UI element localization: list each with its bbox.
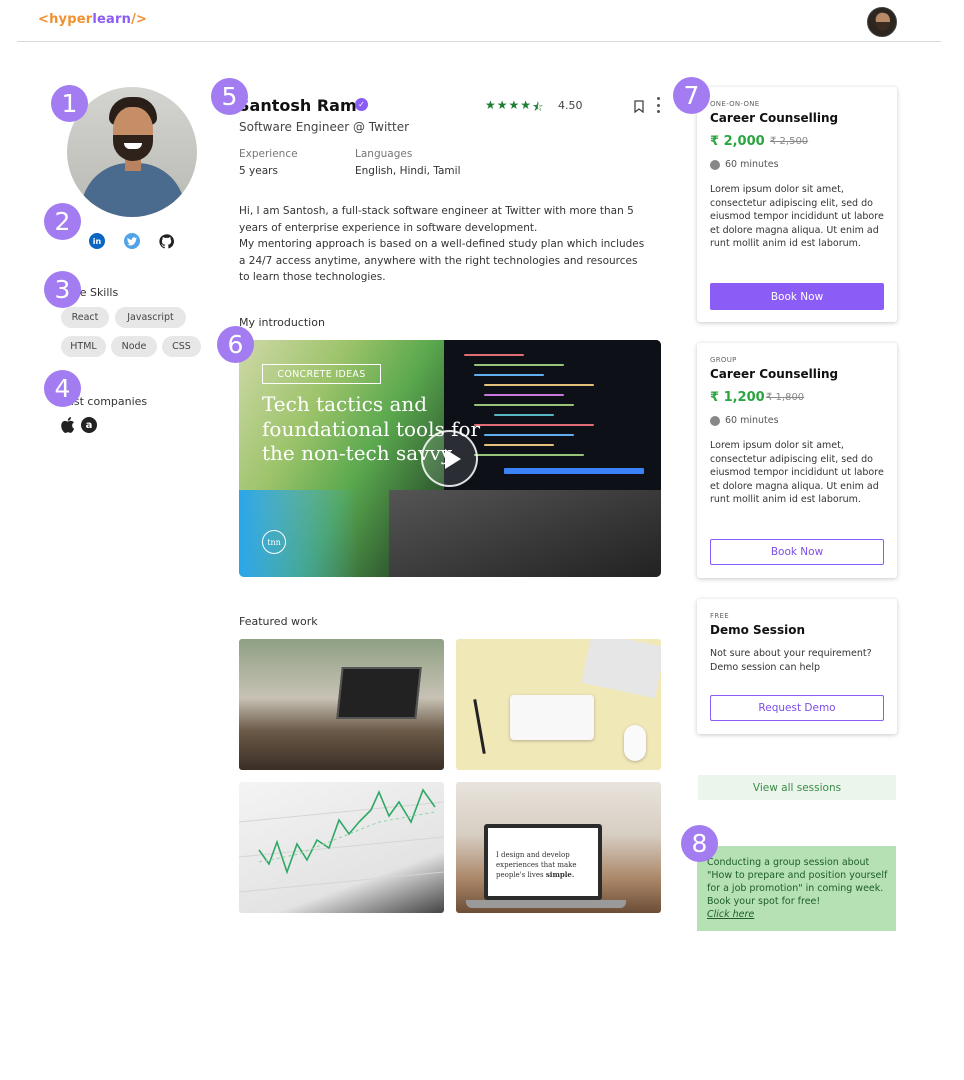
annotation-badge-7: 7 — [673, 77, 710, 114]
annotation-badge-6: 6 — [217, 326, 254, 363]
session-price: ₹ 1,200 — [710, 390, 765, 405]
annotation-badge-2: 2 — [44, 203, 81, 240]
logo-bracket-close: /> — [131, 12, 148, 27]
session-card-group: GROUP Career Counselling ₹ 1,200 ₹ 1,800… — [697, 343, 897, 578]
promo-link[interactable]: Click here — [707, 908, 888, 921]
star-icon: ★ — [508, 98, 520, 112]
skill-chip-html[interactable]: HTML — [61, 336, 106, 357]
intro-label: My introduction — [239, 316, 325, 329]
stock-chart-graphic — [239, 788, 444, 893]
book-now-button[interactable]: Book Now — [710, 539, 884, 565]
featured-work-thumbnail-2[interactable] — [456, 639, 661, 770]
session-old-price: ₹ 1,800 — [766, 392, 805, 403]
annotation-badge-8: 8 — [681, 825, 718, 862]
session-description: Lorem ipsum dolor sit amet, consectetur … — [710, 440, 884, 505]
featured-work-label: Featured work — [239, 615, 318, 628]
star-icon: ★ — [520, 98, 532, 112]
star-rating: ★ ★ ★ ★ ⯪ — [485, 98, 543, 119]
experience-label: Experience — [239, 148, 298, 160]
apple-icon — [60, 417, 75, 433]
bookmark-icon[interactable] — [634, 98, 644, 114]
header-divider — [17, 41, 941, 42]
mentor-name: Santosh Ram — [238, 96, 357, 115]
clock-icon — [710, 416, 720, 426]
skill-chip-node[interactable]: Node — [111, 336, 157, 357]
request-demo-button[interactable]: Request Demo — [710, 695, 884, 721]
half-star-icon: ⯪ — [532, 100, 544, 114]
thumbnail-caption: I design and develop experiences that ma… — [496, 850, 586, 880]
star-icon: ★ — [485, 98, 496, 112]
skill-chip-react[interactable]: React — [61, 307, 109, 328]
annotation-badge-5: 5 — [211, 78, 248, 115]
twitter-bird-icon — [127, 236, 137, 245]
linkedin-glyph: in — [92, 236, 102, 246]
amazon-glyph: a — [85, 419, 93, 431]
skill-chip-javascript[interactable]: Javascript — [115, 307, 186, 328]
session-title: Career Counselling — [710, 111, 839, 125]
twitter-icon[interactable] — [124, 233, 140, 249]
bio-paragraph-2: My mentoring approach is based on a well… — [239, 238, 645, 283]
session-price: ₹ 2,000 — [710, 134, 765, 149]
session-description: Not sure about your requirement? Demo se… — [710, 648, 872, 673]
annotation-badge-3: 3 — [44, 271, 81, 308]
session-kind: ONE-ON-ONE — [710, 100, 760, 108]
intro-video[interactable]: CONCRETE IDEAS Tech tactics and foundati… — [239, 340, 661, 577]
user-avatar[interactable] — [867, 7, 897, 37]
verified-glyph: ✓ — [358, 100, 365, 109]
languages-value: English, Hindi, Tamil — [355, 165, 461, 177]
video-logo: tnn — [262, 530, 286, 554]
mentor-bio: Hi, I am Santosh, a full-stack software … — [239, 203, 649, 286]
github-icon[interactable] — [158, 233, 174, 249]
session-card-one-on-one: ONE-ON-ONE Career Counselling ₹ 2,000 ₹ … — [697, 87, 897, 322]
logo-learn: learn — [92, 12, 132, 27]
book-now-button[interactable]: Book Now — [710, 283, 884, 310]
annotation-badge-1: 1 — [51, 85, 88, 122]
logo-hyper: hyper — [49, 12, 93, 27]
session-duration: 60 minutes — [725, 415, 779, 426]
featured-work-thumbnail-1[interactable] — [239, 639, 444, 770]
play-icon[interactable] — [421, 430, 478, 487]
featured-work-thumbnail-3[interactable] — [239, 782, 444, 913]
skill-chip-css[interactable]: CSS — [162, 336, 201, 357]
session-title: Demo Session — [710, 623, 805, 637]
session-description: Lorem ipsum dolor sit amet, consectetur … — [710, 184, 884, 249]
session-card-demo: FREE Demo Session Not sure about your re… — [697, 599, 897, 734]
brand-logo[interactable]: <hyperlearn/> — [38, 12, 147, 27]
languages-label: Languages — [355, 148, 413, 160]
view-all-sessions-button[interactable]: View all sessions — [698, 775, 896, 800]
promo-banner: Conducting a group session about "How to… — [697, 846, 896, 931]
github-octocat-icon — [158, 233, 174, 248]
promo-text: Conducting a group session about "How to… — [707, 857, 888, 907]
star-icon: ★ — [496, 98, 508, 112]
featured-work-thumbnail-4[interactable]: I design and develop experiences that ma… — [456, 782, 661, 913]
session-old-price: ₹ 2,500 — [770, 136, 809, 147]
linkedin-icon[interactable]: in — [89, 233, 105, 249]
video-tag: CONCRETE IDEAS — [262, 364, 381, 384]
thumbnail-caption-bold: simple. — [545, 870, 575, 879]
verified-icon: ✓ — [355, 98, 368, 111]
experience-value: 5 years — [239, 165, 278, 177]
bio-paragraph-1: Hi, I am Santosh, a full-stack software … — [239, 205, 634, 234]
logo-bracket-open: < — [38, 12, 50, 27]
session-kind: FREE — [710, 612, 729, 620]
annotation-badge-4: 4 — [44, 370, 81, 407]
mentor-subtitle: Software Engineer @ Twitter — [239, 120, 410, 134]
session-duration: 60 minutes — [725, 159, 779, 170]
clock-icon — [710, 160, 720, 170]
amazon-icon: a — [81, 417, 97, 433]
rating-value: 4.50 — [558, 99, 583, 112]
session-kind: GROUP — [710, 356, 737, 364]
session-title: Career Counselling — [710, 367, 839, 381]
more-options-icon[interactable] — [655, 97, 661, 113]
